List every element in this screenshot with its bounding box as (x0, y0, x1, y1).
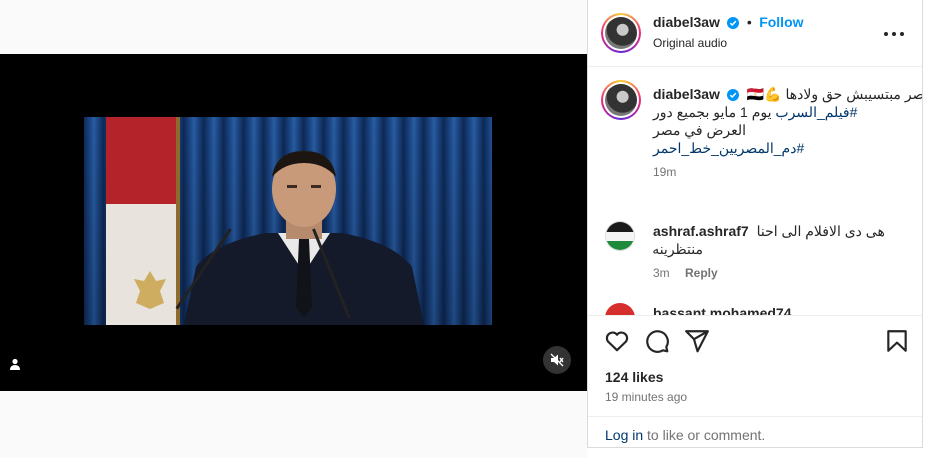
author-username[interactable]: diabel3aw (653, 14, 720, 30)
commenter-username[interactable]: ashraf.ashraf7 (653, 223, 749, 239)
send-icon[interactable] (684, 328, 710, 354)
more-options-icon[interactable] (884, 24, 904, 44)
bookmark-icon[interactable] (884, 328, 910, 354)
commenter-username[interactable]: bassant.mohamed74 (653, 305, 792, 315)
caption-username[interactable]: diabel3aw (653, 86, 720, 102)
heart-icon[interactable] (604, 328, 630, 354)
comment-item: bassant.mohamed74 ... (653, 304, 908, 315)
comment-text: ... (799, 305, 812, 315)
post-timestamp[interactable]: 19 minutes ago (605, 390, 687, 404)
mute-toggle-button[interactable] (543, 346, 571, 374)
separator-dot: • (746, 14, 752, 30)
eagle-emblem (134, 271, 166, 309)
hashtag-link[interactable]: #دم_المصريين_خط_احمر (653, 140, 804, 156)
tagged-users-button[interactable] (6, 355, 24, 373)
media-panel (0, 0, 587, 458)
hashtag-link[interactable]: #فيلم_السرب (775, 104, 857, 120)
comment-icon[interactable] (644, 328, 670, 354)
login-prompt: Log in to like or comment. (588, 416, 922, 449)
comment-item: ashraf.ashraf7 هى دى الافلام الى احنا من… (652, 222, 908, 280)
caption-line-1: مصر مبتسيبش حق ولادها 💪🇪🇬 (746, 86, 922, 102)
caption-line-3: العرض في مصر (653, 122, 747, 138)
post-header: diabel3aw • Follow Original audio (588, 0, 922, 67)
login-link[interactable]: Log in (605, 427, 643, 443)
follow-button[interactable]: Follow (759, 14, 803, 30)
muted-speaker-icon (550, 353, 564, 367)
likes-count[interactable]: 124 likes (605, 369, 663, 385)
commenter-avatar[interactable] (605, 303, 635, 315)
verified-badge-icon (727, 16, 740, 29)
comment-text: هى دى الافلام الى احنا (756, 223, 885, 239)
reply-button[interactable]: Reply (685, 266, 718, 280)
egypt-flag (106, 117, 180, 325)
commenter-avatar[interactable] (605, 221, 635, 251)
post-actions: 124 likes 19 minutes ago Log in to like … (588, 315, 922, 448)
original-audio-link[interactable]: Original audio (653, 36, 727, 50)
post-sidebar: diabel3aw • Follow Original audio diabel… (587, 0, 923, 448)
caption: diabel3aw مصر مبتسيبش حق ولادها 💪🇪🇬 #فيل… (653, 85, 922, 179)
video-frame (84, 117, 492, 325)
verified-badge-icon (726, 89, 739, 102)
caption-time: 19m (653, 165, 677, 179)
reel-video[interactable] (0, 54, 587, 391)
comment-text-line-2: منتظرينه (652, 241, 703, 257)
author-avatar[interactable] (601, 13, 641, 53)
speaker-figure (184, 151, 424, 325)
caption-line-2: يوم 1 مايو بجميع دور (653, 104, 776, 120)
caption-author-avatar[interactable] (601, 80, 641, 120)
person-icon (10, 358, 20, 370)
comments-list[interactable]: diabel3aw مصر مبتسيبش حق ولادها 💪🇪🇬 #فيل… (588, 68, 922, 315)
login-prompt-text: to like or comment. (643, 427, 766, 443)
comment-time: 3m (653, 266, 670, 280)
